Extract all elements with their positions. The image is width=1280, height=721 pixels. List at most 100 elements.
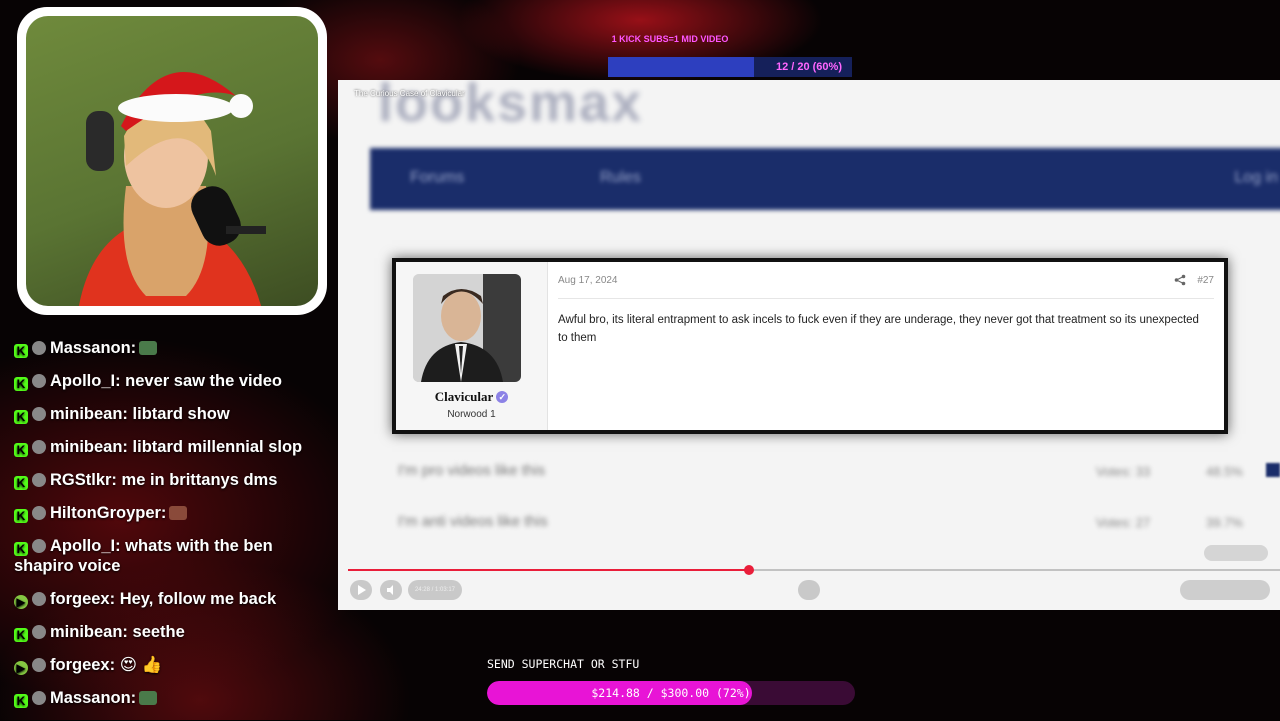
player-settings-controls[interactable] <box>1180 580 1270 600</box>
chat-message: ▶ forgeex: 😍 👍 <box>14 655 326 675</box>
kick-icon: K <box>14 509 28 523</box>
user-badge-icon <box>32 625 46 639</box>
chat-message: K Massanon: <box>14 688 326 708</box>
poll-row-1-votes: Votes: 33 <box>1096 464 1151 479</box>
subgoal-text: 12 / 20 (60%) <box>775 61 842 73</box>
nav-rules: Rules <box>600 169 641 186</box>
chat-text: 😍 👍 <box>115 656 163 674</box>
site-navbar: Forums Rules Log in <box>370 148 1280 210</box>
chat-message: Kminibean: libtard millennial slop <box>14 437 326 457</box>
webcam-frame <box>17 7 327 315</box>
donation-goal-label: SEND SUPERCHAT OR STFU <box>487 657 640 671</box>
chat-message: K Apollo_I: never saw the video <box>14 371 326 391</box>
poll-row-2-votes: Votes: 27 <box>1096 515 1151 530</box>
post-user-title: Norwood 1 <box>447 409 496 420</box>
video-title: The Curious Case of Clavicular <box>354 89 465 98</box>
kick-icon: K <box>14 628 28 642</box>
volume-button[interactable] <box>380 580 402 600</box>
user-badge-icon <box>32 592 46 606</box>
user-badge-icon <box>32 440 46 454</box>
chat-text: me in brittanys dms <box>116 471 278 489</box>
emote-icon <box>169 506 188 520</box>
video-player[interactable]: looksmax The Curious Case of Clavicular … <box>338 80 1280 610</box>
post-author-panel: Clavicular ✓ Norwood 1 <box>396 262 548 430</box>
chat-username[interactable]: minibean: <box>50 405 128 423</box>
video-time: 24:28 / 1:03:17 <box>408 580 462 600</box>
play-button[interactable] <box>350 580 372 600</box>
nav-forums: Forums <box>410 169 465 186</box>
share-icon[interactable] <box>1174 274 1186 286</box>
subgoal-bar-fill <box>608 57 755 77</box>
volume-icon <box>387 585 393 595</box>
user-badge-icon <box>32 539 46 553</box>
rumble-icon: ▶ <box>14 595 28 609</box>
play-icon <box>358 585 366 595</box>
streamer-image <box>78 72 266 306</box>
rumble-icon: ▶ <box>14 661 28 675</box>
chat-username[interactable]: Apollo_I: <box>50 372 121 390</box>
emote-icon <box>139 341 158 355</box>
post-username[interactable]: Clavicular ✓ <box>396 389 547 405</box>
emote-icon <box>139 691 158 705</box>
poll-row-2: I'm anti videos like this <box>398 513 548 530</box>
poll-row-1: I'm pro videos like this <box>398 462 546 479</box>
nav-login: Log in <box>1234 169 1278 186</box>
chat-text: never saw the video <box>120 372 282 390</box>
post-username-text[interactable]: Clavicular <box>435 389 494 404</box>
chat-message: K HiltonGroyper: <box>14 503 326 523</box>
subgoal-title: 1 KICK SUBS=1 MID VIDEO <box>611 34 729 44</box>
post-body: Awful bro, its literal entrapment to ask… <box>558 314 1199 344</box>
chat-message: K Apollo_I: whats with the ben shapiro vo… <box>14 536 326 576</box>
post-number[interactable]: #27 <box>1197 275 1214 286</box>
kick-icon: K <box>14 410 28 424</box>
kick-icon: K <box>14 542 28 556</box>
chat-username[interactable]: Massanon: <box>50 339 136 357</box>
avatar <box>413 274 521 382</box>
donation-goal-text: $214.88 / $300.00 (72%) <box>591 686 751 700</box>
post-divider <box>558 298 1214 299</box>
post-date[interactable]: Aug 17, 2024 <box>558 275 618 286</box>
kick-icon: K <box>14 344 28 358</box>
user-badge-icon <box>32 658 46 672</box>
chat-message: Kminibean: seethe <box>14 622 326 642</box>
video-progress-knob[interactable] <box>743 565 754 575</box>
poll-bar-chip <box>1266 463 1280 477</box>
chapter-button[interactable] <box>798 580 820 600</box>
webcam-feed <box>26 16 318 306</box>
forum-post: Clavicular ✓ Norwood 1 Aug 17, 2024 #27 A… <box>392 258 1228 434</box>
verified-icon: ✓ <box>496 391 509 403</box>
chat-feed: K Massanon: K Apollo_I: never saw the video… <box>14 338 326 721</box>
reaction-controls[interactable] <box>1204 545 1268 561</box>
chat-username[interactable]: forgeex: <box>50 656 115 674</box>
kick-icon: K <box>14 377 28 391</box>
user-badge-icon <box>32 691 46 705</box>
video-progress-fill <box>348 569 749 571</box>
chat-username[interactable]: RGStlkr: <box>50 471 117 489</box>
kick-icon: K <box>14 443 28 457</box>
chat-username[interactable]: forgeex: <box>50 590 115 608</box>
chat-username[interactable]: Massanon: <box>50 689 136 707</box>
user-badge-icon <box>32 374 46 388</box>
user-badge-icon <box>32 506 46 520</box>
kick-icon: K <box>14 694 28 708</box>
donation-goal-bar: $214.88 / $300.00 (72%) <box>487 681 855 705</box>
chat-text: libtard show <box>127 405 230 423</box>
chat-text: seethe <box>127 623 185 641</box>
chat-username[interactable]: Apollo_I: <box>50 537 121 555</box>
video-progress-bar[interactable] <box>348 565 1280 575</box>
user-badge-icon <box>32 473 46 487</box>
chat-text: libtard millennial slop <box>127 438 303 456</box>
chat-message: Kminibean: libtard show <box>14 404 326 424</box>
chat-text: Hey, follow me back <box>115 590 277 608</box>
chat-message: K RGStlkr: me in brittanys dms <box>14 470 326 490</box>
chat-username[interactable]: minibean: <box>50 623 128 641</box>
user-badge-icon <box>32 341 46 355</box>
poll-row-2-pct: 39.7% <box>1206 515 1243 530</box>
subgoal-bar: 12 / 20 (60%) <box>608 57 852 77</box>
poll-row-1-pct: 48.5% <box>1206 464 1243 479</box>
user-badge-icon <box>32 407 46 421</box>
chat-username[interactable]: HiltonGroyper: <box>50 504 166 522</box>
chat-username[interactable]: minibean: <box>50 438 128 456</box>
chat-message: ▶ forgeex: Hey, follow me back <box>14 589 326 609</box>
kick-icon: K <box>14 476 28 490</box>
